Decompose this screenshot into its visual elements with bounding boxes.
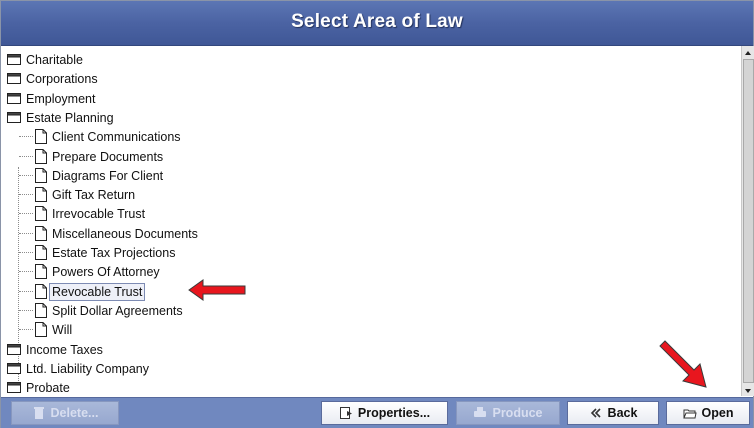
tree-item-label: Probate [26,381,70,396]
tree-item-label: Estate Tax Projections [52,246,176,260]
tree-connector-branch [19,213,33,215]
tree-connector-branch [19,252,33,253]
back-button-label: Back [607,406,638,420]
tree-connector-branch [19,271,33,273]
tree-folder-item[interactable]: Corporations [1,70,741,89]
tree-item-label: Employment [26,91,96,106]
tree-document-item[interactable]: Client Communications [1,128,741,147]
open-button[interactable]: Open [666,401,750,425]
arrow-up-icon [745,51,751,55]
document-icon [35,245,47,260]
tree-document-item[interactable]: Prepare Documents [1,148,741,167]
select-area-window: Select Area of Law Charitable Corporation… [0,0,754,428]
trash-icon [33,407,44,419]
tree-item-label: Irrevocable Trust [52,207,146,222]
tree-item-label: Will [52,323,73,338]
arrow-down-icon [745,389,751,393]
folder-icon [7,92,21,104]
tree-item-label: Gift Tax Return [52,188,136,203]
tree-connector-branch [19,329,33,331]
tree-folder-item[interactable]: Employment [1,90,741,109]
tree-item-label: Diagrams For Client [52,168,164,183]
folder-icon [7,111,21,123]
tree-item-label: Split Dollar Agreements [52,303,183,318]
folder-icon [7,382,21,394]
tree-item-label: Miscellaneous Documents [52,226,198,241]
printer-icon [474,407,487,417]
document-icon [35,322,47,338]
tree-item-label: Prepare Documents [52,149,164,164]
tree-connector-branch [19,194,33,196]
double-chevron-left-icon [590,408,601,418]
tree-item-label: Estate Planning [26,110,114,125]
button-bar: Delete... Properties... Produce Back Ope… [1,397,753,428]
tree-connector-branch [19,136,33,138]
tree-item-label: Powers Of Attorney [52,265,160,280]
tree-folder-item[interactable]: Ltd. Liability Company [1,360,741,379]
area-tree: Charitable Corporations Employment Estate P… [1,46,741,396]
tree-document-item[interactable]: Irrevocable Trust [1,205,741,224]
tree-connector-branch [19,309,33,311]
tree-connector-branch [19,155,33,157]
properties-button-label: Properties... [357,406,431,420]
tree-item-label: Corporations [26,72,98,87]
scroll-up-button[interactable] [742,46,754,58]
tree-folder-item[interactable]: Charitable [1,51,741,70]
produce-button-label: Produce [492,406,543,420]
delete-button[interactable]: Delete... [11,401,119,425]
tree-item-label: Client Communications [52,130,181,145]
delete-button-label: Delete... [50,406,99,420]
tree-document-item[interactable]: Estate Tax Projections [1,244,741,263]
tree-item-label: Income Taxes [26,342,103,357]
tree-connector-branch [19,290,33,292]
document-icon [35,129,47,145]
document-icon [35,225,47,241]
tree-connector-branch [19,232,33,234]
scroll-down-button[interactable] [742,384,754,396]
tree-folder-item[interactable]: Probate [1,379,741,396]
back-button[interactable]: Back [567,401,659,425]
tree-document-item[interactable]: Will [1,321,741,340]
vertical-scrollbar[interactable] [741,46,754,396]
document-icon [35,302,47,318]
annotation-arrow-left-icon [188,279,246,301]
folder-icon [7,343,21,355]
folder-icon [7,362,21,374]
tree-document-item[interactable]: Split Dollar Agreements [1,302,741,321]
document-icon [35,283,47,299]
open-button-label: Open [701,406,734,420]
annotation-arrow-down-right-icon [659,340,707,388]
document-icon [35,187,47,203]
folder-icon [7,73,21,85]
tree-item-label: Ltd. Liability Company [26,361,149,376]
tree-folder-item[interactable]: Income Taxes [1,341,741,360]
document-icon [35,167,47,183]
title-bar: Select Area of Law [1,1,753,46]
tree-document-item[interactable]: Gift Tax Return [1,186,741,205]
produce-button[interactable]: Produce [456,401,560,425]
folder-icon [7,54,21,65]
tree-document-item[interactable]: Miscellaneous Documents [1,225,741,244]
tree-document-item[interactable]: Diagrams For Client [1,167,741,186]
tree-document-item[interactable]: Revocable Trust [1,282,741,302]
properties-button[interactable]: Properties... [321,401,448,425]
tree-item-label: Charitable [26,53,83,67]
tree-folder-item[interactable]: Estate Planning [1,109,741,128]
window-title: Select Area of Law [291,11,463,32]
tree-item-label: Revocable Trust [48,282,146,301]
tree-connector-branch [19,174,33,176]
scroll-thumb[interactable] [743,59,754,383]
tree-document-item[interactable]: Powers Of Attorney [1,263,741,282]
open-folder-icon [682,409,697,419]
document-icon [35,264,47,280]
document-icon [35,148,47,164]
document-icon [35,206,47,222]
properties-icon [339,407,352,419]
